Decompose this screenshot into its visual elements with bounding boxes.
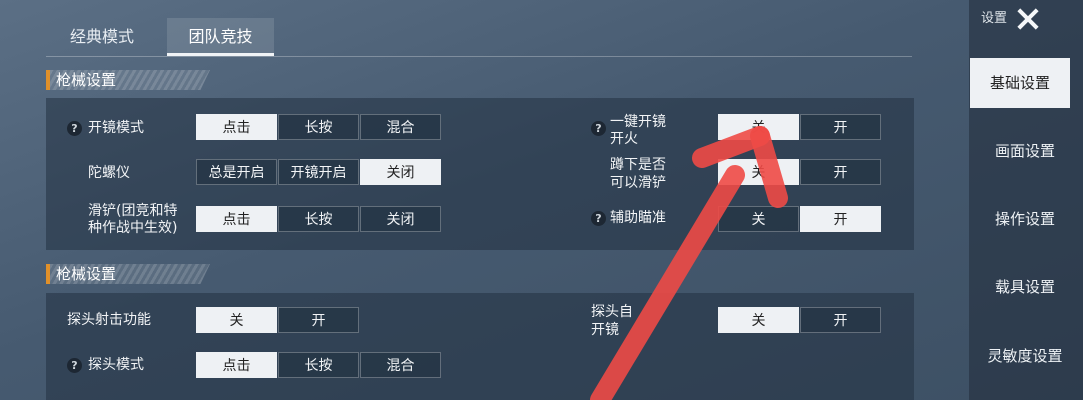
sidebar-item-vehicle[interactable]: 载具设置 (969, 262, 1081, 312)
sidebar-item-graphics[interactable]: 画面设置 (969, 126, 1081, 176)
crouch-slide-label-line1: 蹲下是否 (610, 157, 666, 173)
scope-mode-option-mixed[interactable]: 混合 (360, 114, 441, 140)
crouch-slide-option-on[interactable]: 开 (800, 159, 881, 185)
close-icon[interactable] (1015, 6, 1041, 32)
peek-fire-option-off[interactable]: 关 (196, 307, 277, 333)
tab-team-deathmatch[interactable]: 团队竞技 (167, 18, 274, 56)
section-title: 枪械设置 (56, 71, 117, 89)
slide-option-hold[interactable]: 长按 (278, 206, 359, 232)
section-header-weapon-2: 枪械设置 (46, 264, 210, 284)
help-icon[interactable]: ? (591, 211, 606, 226)
tab-divider (46, 56, 912, 57)
scope-mode-segment: 点击 长按 混合 (196, 114, 442, 140)
slide-option-tap[interactable]: 点击 (196, 206, 277, 232)
gyro-label: 陀螺仪 (88, 165, 130, 181)
one-key-fire-label-line1: 一键开镜 (610, 114, 666, 130)
sidebar-item-sensitivity[interactable]: 灵敏度设置 (969, 331, 1081, 381)
peek-fire-option-on[interactable]: 开 (278, 307, 359, 333)
sidebar-item-controls[interactable]: 操作设置 (969, 194, 1081, 244)
peek-fire-label: 探头射击功能 (67, 312, 151, 328)
section-header-weapon-1: 枪械设置 (46, 70, 210, 90)
one-key-fire-label-line2: 开火 (610, 131, 638, 147)
peek-mode-option-tap[interactable]: 点击 (196, 352, 277, 378)
scope-mode-label: 开镜模式 (88, 120, 144, 136)
aim-assist-option-on[interactable]: 开 (800, 206, 881, 232)
aim-assist-label: 辅助瞄准 (610, 210, 666, 226)
section-title: 枪械设置 (56, 265, 117, 283)
crouch-slide-label-line2: 可以滑铲 (610, 175, 666, 191)
section-accent-bar (46, 70, 50, 90)
slide-segment: 点击 长按 关闭 (196, 206, 442, 232)
peek-fire-segment: 关 开 (196, 307, 360, 333)
peek-auto-scope-option-off[interactable]: 关 (718, 307, 799, 333)
peek-mode-label: 探头模式 (88, 357, 144, 373)
peek-mode-option-hold[interactable]: 长按 (278, 352, 359, 378)
crouch-slide-segment: 关 开 (718, 159, 882, 185)
peek-mode-segment: 点击 长按 混合 (196, 352, 442, 378)
aim-assist-option-off[interactable]: 关 (718, 206, 799, 232)
peek-auto-scope-label-line1: 探头自 (591, 304, 633, 320)
crouch-slide-option-off[interactable]: 关 (718, 159, 799, 185)
one-key-fire-option-off[interactable]: 关 (718, 114, 799, 140)
scope-mode-option-tap[interactable]: 点击 (196, 114, 277, 140)
peek-auto-scope-segment: 关 开 (718, 307, 882, 333)
one-key-fire-segment: 关 开 (718, 114, 882, 140)
one-key-fire-option-on[interactable]: 开 (800, 114, 881, 140)
peek-mode-option-mixed[interactable]: 混合 (360, 352, 441, 378)
gyro-option-off[interactable]: 关闭 (360, 159, 441, 185)
slide-label-line1: 滑铲(团竞和特 (88, 203, 178, 219)
section-accent-bar (46, 264, 50, 284)
gyro-option-always[interactable]: 总是开启 (196, 159, 277, 185)
tab-classic-mode[interactable]: 经典模式 (52, 18, 152, 56)
sidebar-item-basic[interactable]: 基础设置 (970, 58, 1070, 108)
aim-assist-segment: 关 开 (718, 206, 882, 232)
scope-mode-option-hold[interactable]: 长按 (278, 114, 359, 140)
gyro-segment: 总是开启 开镜开启 关闭 (196, 159, 442, 185)
help-icon[interactable]: ? (591, 121, 606, 136)
help-icon[interactable]: ? (67, 121, 82, 136)
gyro-option-scope[interactable]: 开镜开启 (278, 159, 359, 185)
peek-auto-scope-option-on[interactable]: 开 (800, 307, 881, 333)
peek-auto-scope-label-line2: 开镜 (591, 322, 619, 338)
settings-title: 设置 (981, 11, 1008, 26)
help-icon[interactable]: ? (67, 358, 82, 373)
slide-label-line2: 种作战中生效) (88, 220, 178, 236)
slide-option-off[interactable]: 关闭 (360, 206, 441, 232)
